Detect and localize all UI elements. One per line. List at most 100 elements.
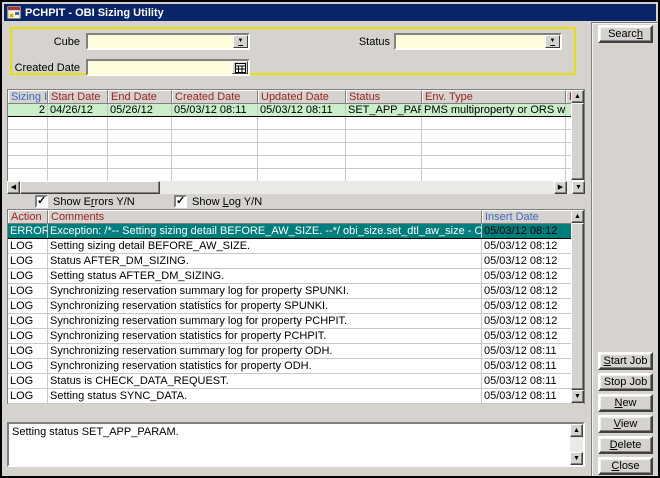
jobs-table-empty-row[interactable] [8,143,584,156]
arrow-right-icon: ▶ [558,184,563,191]
stop-job-button[interactable]: Stop Job [598,373,653,391]
jobs-table-row[interactable]: 204/26/1205/26/1205/03/12 08:1105/03/12 … [8,104,584,117]
jobs-cell [108,117,172,129]
log-table-row[interactable]: LOGSynchronizing reservation summary log… [8,344,584,359]
new-button[interactable]: New [598,394,653,412]
detail-scroll-up-button[interactable]: ▲ [570,424,583,437]
log-insert-date-cell: 05/03/12 08:12 [482,299,573,313]
calendar-icon [235,63,246,73]
jobs-table-empty-row[interactable] [8,117,584,130]
cube-value[interactable] [88,35,233,48]
log-table-row[interactable]: ERRORException: /*-- Setting sizing deta… [8,224,584,239]
log-table-row[interactable]: LOGSynchronizing reservation statistics … [8,329,584,344]
log-header-insert-date[interactable]: Insert Date [482,210,573,223]
jobs-table-empty-row[interactable] [8,156,584,169]
jobs-table-body: 204/26/1205/26/1205/03/12 08:1105/03/12 … [8,104,584,182]
app-window: PCHPIT - OBI Sizing Utility Cube ▼ Statu… [0,0,660,478]
detail-scroll-down-button[interactable]: ▼ [570,452,583,465]
jobs-cell [108,130,172,142]
jobs-cell [346,156,422,168]
start-job-button[interactable]: Start Job [598,352,653,370]
log-action-cell: ERROR [8,224,48,238]
log-comment-cell: Synchronizing reservation statistics for… [48,299,482,313]
delete-button[interactable]: Delete [598,436,653,454]
jobs-cell [172,143,258,155]
jobs-cell [258,169,346,181]
log-insert-date-cell: 05/03/12 08:12 [482,254,573,268]
jobs-cell [258,117,346,129]
created-date-value[interactable] [88,61,232,74]
jobs-cell [48,117,108,129]
log-table: Action Comments Insert Date ERRORExcepti… [7,209,585,404]
filter-row: ✓ Show Errors Y/N ✓ Show Log Y/N [2,195,588,209]
jobs-scroll-down-button[interactable]: ▼ [572,181,585,194]
jobs-header-start-date: Start Date [48,90,108,103]
created-date-label: Created Date [14,62,80,74]
show-log-label: Show Log Y/N [192,196,262,208]
log-insert-date-cell: 05/03/12 08:11 [482,389,573,403]
jobs-cell [422,130,566,142]
arrow-down-icon: ▼ [573,455,580,462]
detail-message-box[interactable]: Setting status SET_APP_PARAM. ▲ ▼ [7,422,585,467]
view-button[interactable]: View [598,415,653,433]
jobs-hscroll-thumb[interactable] [20,181,160,194]
show-log-checkbox[interactable]: ✓ [174,195,187,208]
log-table-row[interactable]: LOGSynchronizing reservation summary log… [8,284,584,299]
arrow-up-icon: ▲ [574,93,581,100]
jobs-header-updated-date: Updated Date [258,90,346,103]
log-comment-cell: Status AFTER_DM_SIZING. [48,254,482,268]
show-errors-checkbox[interactable]: ✓ [35,195,48,208]
arrow-down-icon: ▼ [575,184,582,191]
log-table-row[interactable]: LOGSetting status AFTER_DM_SIZING.05/03/… [8,269,584,284]
jobs-cell [8,169,48,181]
log-table-row[interactable]: LOGStatus is CHECK_DATA_REQUEST.05/03/12… [8,374,584,389]
log-comment-cell: Setting sizing detail BEFORE_AW_SIZE. [48,239,482,253]
log-table-row[interactable]: LOGStatus AFTER_DM_SIZING.05/03/12 08:12 [8,254,584,269]
log-header-action: Action [8,210,48,223]
arrow-left-icon: ◀ [11,184,16,191]
chevron-down-icon: ▼ [550,38,556,46]
jobs-scroll-right-button[interactable]: ▶ [554,181,567,194]
log-table-row[interactable]: LOGSynchronizing reservation statistics … [8,299,584,314]
jobs-table-empty-row[interactable] [8,130,584,143]
log-table-row[interactable]: LOGSetting sizing detail BEFORE_AW_SIZE.… [8,239,584,254]
search-criteria-panel: Cube ▼ Status ▼ Created Date [10,27,576,75]
log-vscroll-thumb[interactable] [571,223,584,390]
log-action-cell: LOG [8,374,48,388]
cube-dropdown-button[interactable]: ▼ [233,35,248,48]
log-table-row[interactable]: LOGSynchronizing reservation summary log… [8,314,584,329]
jobs-scroll-left-button[interactable]: ◀ [7,181,20,194]
jobs-cell [422,156,566,168]
log-table-row[interactable]: LOGSetting status SYNC_DATA.05/03/12 08:… [8,389,584,404]
cube-combobox[interactable]: ▼ [86,33,250,50]
jobs-cell [8,143,48,155]
search-button[interactable]: Search [598,25,653,43]
log-action-cell: LOG [8,284,48,298]
created-date-field[interactable] [86,59,250,76]
arrow-down-icon: ▼ [574,393,581,400]
chevron-down-icon: ▼ [238,38,244,46]
jobs-header-sizing-id[interactable]: Sizing ID [8,90,48,103]
status-combobox[interactable]: ▼ [394,33,562,50]
status-dropdown-button[interactable]: ▼ [545,35,560,48]
jobs-cell [48,130,108,142]
jobs-vscroll-thumb[interactable] [571,103,584,180]
log-comment-cell: Synchronizing reservation summary log fo… [48,314,482,328]
log-insert-date-cell: 05/03/12 08:12 [482,314,573,328]
jobs-scroll-up-button[interactable]: ▲ [571,90,584,103]
log-table-row[interactable]: LOGSynchronizing reservation statistics … [8,359,584,374]
log-action-cell: LOG [8,389,48,403]
jobs-cell [346,143,422,155]
status-value[interactable] [396,35,545,48]
jobs-cell [346,117,422,129]
log-scroll-down-button[interactable]: ▼ [571,390,584,403]
log-scroll-up-button[interactable]: ▲ [571,210,584,223]
jobs-header-created-date: Created Date [172,90,258,103]
jobs-cell: 2 [8,104,48,116]
calendar-button[interactable] [232,61,248,74]
jobs-cell [346,169,422,181]
title-bar: PCHPIT - OBI Sizing Utility [4,4,656,21]
close-button[interactable]: Close [598,457,653,475]
jobs-cell [108,169,172,181]
jobs-cell [48,143,108,155]
